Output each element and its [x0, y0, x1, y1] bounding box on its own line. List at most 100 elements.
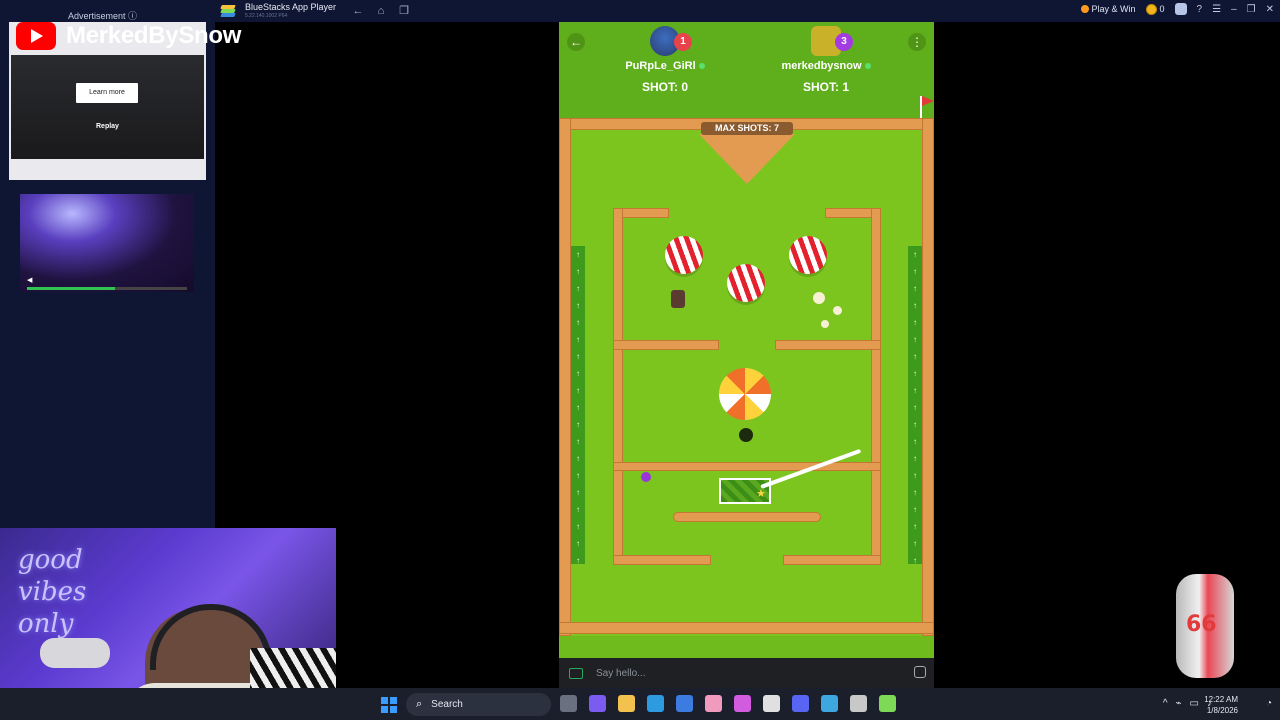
network-icon[interactable]: ⌁ — [1176, 698, 1182, 709]
bumper-ball — [665, 236, 703, 274]
video-progress-bar[interactable] — [27, 287, 187, 290]
chick-obstacle — [833, 306, 842, 315]
windows-taskbar: ⌕ Search ^ ⌁ ▭ ♪ 12:22 AM 1/8/2026 ◔ — [0, 688, 1280, 720]
online-status-icon — [864, 63, 871, 70]
microphone — [40, 638, 110, 668]
boost-strip-left: ↑ ↑ ↑ ↑ ↑ ↑ ↑ ↑ ↑ ↑ ↑ ↑ ↑ ↑ ↑ ↑ ↑ ↑ ↑ — [571, 246, 585, 564]
chick-obstacle — [821, 320, 829, 328]
discord-icon[interactable] — [792, 695, 809, 712]
bluestacks-taskbar-icon[interactable] — [879, 695, 896, 712]
close-icon[interactable]: ✕ — [1266, 4, 1274, 15]
back-arrow-icon[interactable]: ← — [351, 3, 365, 19]
task-view-icon[interactable] — [560, 695, 577, 712]
chatgpt-icon[interactable] — [850, 695, 867, 712]
play-win-label: Play & Win — [1091, 4, 1136, 14]
mini-golf-game[interactable]: ← ⋮ 1 PuRpLe_GiRl SHOT: 0 3 merkedbysnow… — [559, 22, 934, 688]
search-label: Search — [431, 699, 463, 710]
store-icon[interactable] — [676, 695, 693, 712]
app-title: BlueStacks App Player — [245, 2, 337, 12]
back-button[interactable]: ← — [567, 33, 585, 51]
chat-bar[interactable]: Say hello... — [559, 658, 934, 688]
multi-window-icon[interactable]: ❐ — [397, 3, 411, 19]
bumper-ball — [727, 264, 765, 302]
max-shots-banner: MAX SHOTS: 7 — [701, 122, 793, 135]
sticker-icon[interactable] — [914, 666, 926, 678]
coin-count: 0 — [1159, 4, 1165, 14]
bluestacks-logo-icon — [220, 5, 237, 17]
player-two: 3 merkedbysnow SHOT: 1 — [766, 26, 886, 94]
game-menu-button[interactable]: ⋮ — [908, 33, 926, 51]
clock-date: 1/8/2026 — [1206, 706, 1238, 715]
notepad-icon[interactable] — [821, 695, 838, 712]
learn-more-button[interactable]: Learn more — [76, 83, 138, 103]
help-icon[interactable]: ? — [1197, 4, 1203, 15]
left-wall — [559, 118, 571, 636]
menu-icon[interactable]: ☰ — [1212, 4, 1221, 15]
trophy-icon — [1080, 5, 1089, 13]
taskbar-search[interactable]: ⌕ Search — [406, 693, 551, 716]
promo-video-thumbnail[interactable] — [20, 194, 194, 292]
neon-sign: good vibes only — [18, 545, 87, 639]
clock-time: 12:22 AM — [1204, 695, 1238, 704]
inner-wall — [613, 208, 623, 562]
copilot-icon[interactable] — [734, 695, 751, 712]
game-header: ← ⋮ 1 PuRpLe_GiRl SHOT: 0 3 merkedbysnow… — [559, 22, 934, 122]
app-titlebar: BlueStacks App Player 5.22.140.1002 P64 … — [215, 0, 1280, 22]
youtube-channel-overlay: MerkedBySnow — [16, 22, 241, 50]
right-wall — [922, 118, 934, 636]
channel-name: MerkedBySnow — [66, 22, 242, 49]
bumper-ball — [789, 236, 827, 274]
inner-wall — [783, 555, 881, 565]
inner-wall — [871, 208, 881, 562]
system-clock[interactable]: 12:22 AM 1/8/2026 — [1204, 694, 1238, 716]
minimize-icon[interactable]: – — [1231, 4, 1237, 15]
player-two-name: merkedbysnow — [781, 60, 862, 72]
opponent-golf-ball — [641, 472, 651, 482]
player-two-shots: SHOT: 1 — [802, 80, 849, 94]
funnel-wall — [699, 134, 795, 184]
replay-button[interactable]: Replay — [96, 123, 119, 130]
chat-input[interactable]: Say hello... — [596, 668, 645, 679]
inner-wall — [613, 340, 719, 350]
inner-wall — [673, 512, 821, 522]
player-two-avatar[interactable]: 3 — [811, 26, 853, 56]
app-version: 5.22.140.1002 P64 — [245, 13, 288, 19]
tray-chevron-icon[interactable]: ^ — [1163, 698, 1168, 709]
player-one-avatar[interactable]: 1 — [650, 26, 692, 56]
boost-strip-right: ↑ ↑ ↑ ↑ ↑ ↑ ↑ ↑ ↑ ↑ ↑ ↑ ↑ ↑ ↑ ↑ ↑ ↑ ↑ — [908, 246, 922, 564]
coin-balance[interactable]: 0 — [1145, 3, 1165, 15]
ad-sidebar: Advertisement ⓘ Learn more Replay ◀ — [0, 0, 215, 530]
coin-icon — [1145, 3, 1157, 15]
inner-wall — [613, 462, 881, 471]
chicken-obstacle — [813, 292, 825, 304]
search-icon: ⌕ — [416, 698, 423, 710]
notification-bell-icon[interactable]: ◔ — [1266, 698, 1272, 709]
edge-icon[interactable] — [647, 695, 664, 712]
play-win-button[interactable]: Play & Win — [1080, 4, 1136, 14]
player-ball-star-icon[interactable]: ★ — [756, 487, 766, 500]
display-icon[interactable]: ▭ — [1190, 698, 1199, 709]
inner-wall — [775, 340, 881, 350]
mute-icon[interactable]: ◀ — [27, 276, 32, 284]
hole-flag-icon — [920, 96, 934, 120]
bottom-wall — [559, 622, 934, 634]
file-explorer-icon[interactable] — [618, 695, 635, 712]
turkey-obstacle — [671, 290, 685, 308]
inner-wall — [613, 555, 711, 565]
restore-icon[interactable]: ❐ — [1247, 4, 1256, 15]
advertisement-label: Advertisement ⓘ — [68, 11, 138, 21]
player-two-level: 3 — [835, 33, 853, 51]
ad-video[interactable] — [11, 55, 204, 159]
app-icon[interactable] — [705, 695, 722, 712]
player-one-shots: SHOT: 0 — [641, 80, 688, 94]
pinwheel-obstacle — [719, 368, 771, 420]
chat-icon — [569, 667, 583, 679]
user-avatar[interactable] — [1174, 3, 1187, 15]
chip-logo: 66 — [1186, 612, 1217, 637]
app-icon[interactable] — [763, 695, 780, 712]
home-icon[interactable]: ⌂ — [374, 3, 388, 19]
teams-icon[interactable] — [589, 695, 606, 712]
golf-hole — [739, 428, 753, 442]
player-one: 1 PuRpLe_GiRl SHOT: 0 — [605, 26, 725, 94]
windows-start-icon[interactable] — [381, 697, 397, 713]
